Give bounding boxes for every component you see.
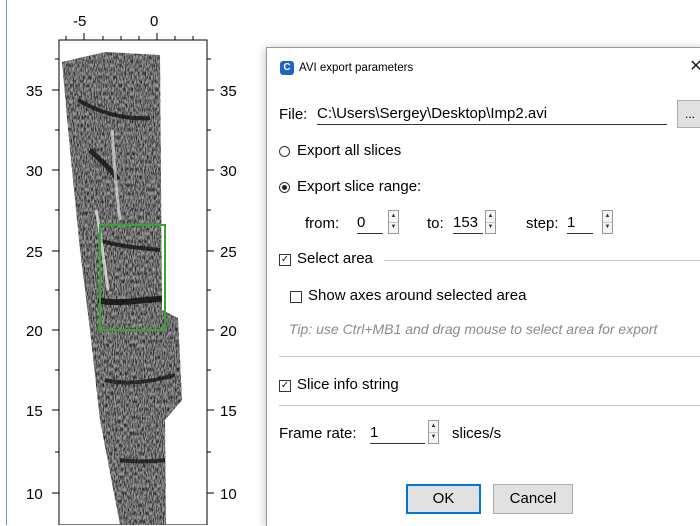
app-icon: C bbox=[280, 61, 294, 75]
step-input[interactable]: 1 bbox=[567, 213, 593, 234]
show-axes-checkbox[interactable] bbox=[290, 291, 302, 303]
y-tick-label-right: 30 bbox=[220, 163, 237, 180]
dialog-titlebar[interactable]: C AVI export parameters ✕ bbox=[267, 48, 700, 88]
close-icon[interactable]: ✕ bbox=[685, 56, 700, 78]
y-tick-label-right: 15 bbox=[220, 403, 237, 420]
spin-down-icon[interactable]: ▼ bbox=[429, 432, 438, 443]
select-area-label: Select area bbox=[297, 250, 373, 267]
y-tick-label-left: 30 bbox=[26, 163, 43, 180]
group-divider bbox=[279, 356, 700, 357]
from-spinner[interactable]: ▲ ▼ bbox=[388, 210, 399, 234]
ok-button[interactable]: OK bbox=[406, 484, 481, 514]
x-axis-top bbox=[65, 33, 194, 40]
y-tick-label-left: 35 bbox=[26, 83, 43, 100]
gpr-image-strip bbox=[62, 52, 182, 525]
y-tick-label-right: 35 bbox=[220, 83, 237, 100]
step-label: step: bbox=[526, 215, 559, 232]
export-all-radio[interactable] bbox=[279, 146, 290, 157]
y-tick-label-left: 15 bbox=[26, 403, 43, 420]
y-tick-label-right: 25 bbox=[220, 244, 237, 261]
from-input[interactable]: 0 bbox=[357, 213, 383, 234]
y-tick-label-left: 10 bbox=[26, 486, 43, 503]
file-label: File: bbox=[279, 106, 308, 123]
frame-rate-spinner[interactable]: ▲ ▼ bbox=[428, 420, 439, 444]
avi-export-dialog: C AVI export parameters ✕ File: C:\Users… bbox=[266, 47, 700, 526]
export-range-label: Export slice range: bbox=[297, 178, 422, 195]
show-axes-label: Show axes around selected area bbox=[308, 287, 527, 304]
group-divider bbox=[279, 405, 700, 406]
to-spinner[interactable]: ▲ ▼ bbox=[485, 210, 496, 234]
y-tick-label-left: 25 bbox=[26, 244, 43, 261]
x-tick-label: 0 bbox=[150, 13, 158, 30]
frame-rate-unit: slices/s bbox=[452, 425, 502, 442]
y-axis-left bbox=[52, 58, 59, 494]
spin-down-icon[interactable]: ▼ bbox=[603, 222, 612, 233]
spin-down-icon[interactable]: ▼ bbox=[486, 222, 495, 233]
y-axis-right bbox=[207, 58, 214, 494]
y-tick-label-right: 10 bbox=[220, 486, 237, 503]
slice-info-label: Slice info string bbox=[297, 376, 399, 393]
export-range-radio[interactable] bbox=[279, 182, 290, 193]
group-divider bbox=[384, 260, 700, 261]
frame-rate-label: Frame rate: bbox=[279, 425, 357, 442]
browse-button[interactable]: ... bbox=[677, 100, 700, 128]
y-tick-label-left: 20 bbox=[26, 323, 43, 340]
cancel-button[interactable]: Cancel bbox=[493, 484, 573, 514]
dialog-title: AVI export parameters bbox=[299, 62, 414, 74]
x-tick-label: -5 bbox=[73, 13, 86, 30]
file-path-field[interactable]: C:\Users\Sergey\Desktop\Imp2.avi bbox=[317, 104, 667, 125]
tip-text: Tip: use Ctrl+MB1 and drag mouse to sele… bbox=[289, 321, 658, 337]
select-area-checkbox[interactable]: ✓ bbox=[279, 254, 291, 266]
to-label: to: bbox=[427, 215, 444, 232]
y-tick-label-right: 20 bbox=[220, 323, 237, 340]
slice-info-checkbox[interactable]: ✓ bbox=[279, 380, 291, 392]
step-spinner[interactable]: ▲ ▼ bbox=[602, 210, 613, 234]
frame-rate-input[interactable]: 1 bbox=[370, 423, 425, 444]
to-input[interactable]: 153 bbox=[453, 213, 483, 234]
from-label: from: bbox=[305, 215, 340, 232]
spin-down-icon[interactable]: ▼ bbox=[389, 222, 398, 233]
export-all-label: Export all slices bbox=[297, 142, 402, 159]
